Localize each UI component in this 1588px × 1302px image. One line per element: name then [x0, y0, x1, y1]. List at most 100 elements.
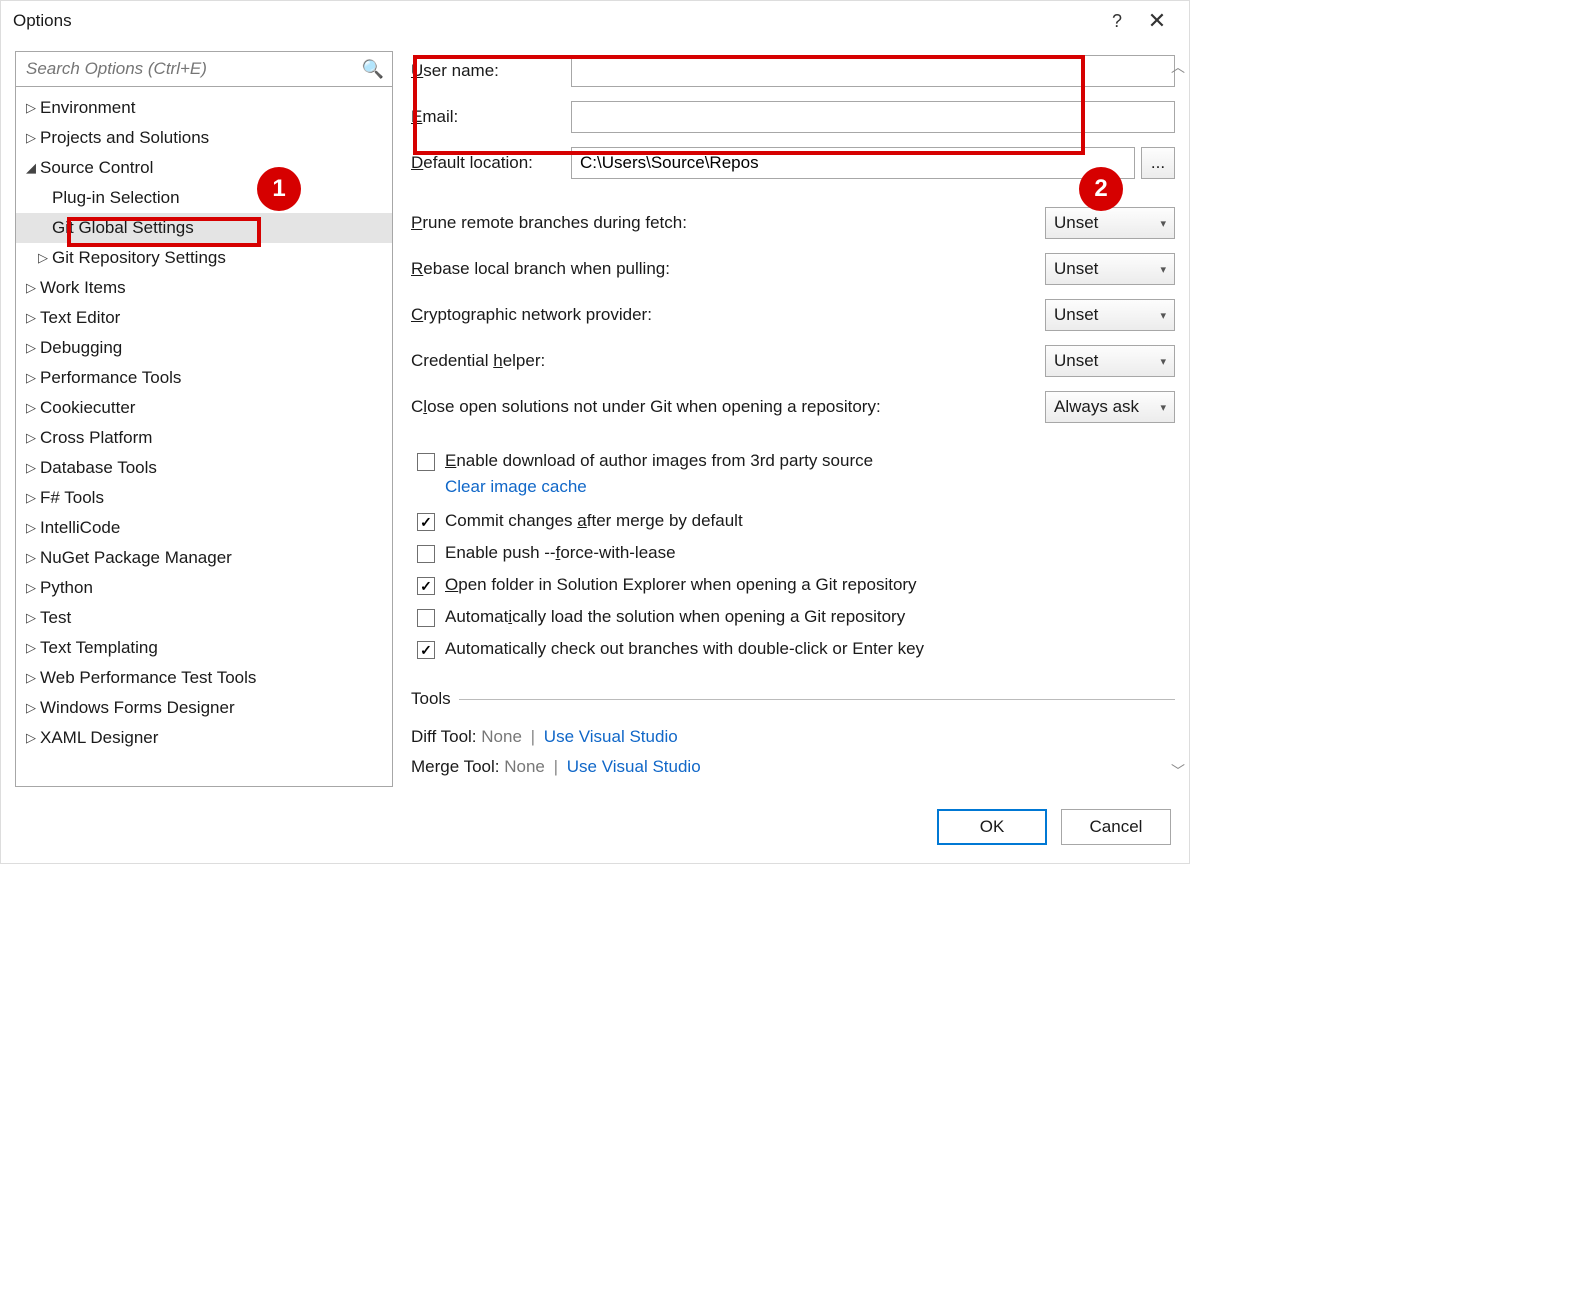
- default-location-label: Default location:: [411, 153, 571, 173]
- merge-tool-use-vs-link[interactable]: Use Visual Studio: [567, 757, 701, 776]
- triangle-right-icon: ▷: [26, 370, 40, 386]
- triangle-right-icon: ▷: [26, 730, 40, 746]
- scroll-down-icon[interactable]: ﹀: [1171, 761, 1185, 781]
- triangle-right-icon: ▷: [38, 250, 52, 266]
- triangle-right-icon: ▷: [26, 430, 40, 446]
- tree-item-label: Performance Tools: [40, 368, 181, 388]
- tree-item-label: Cross Platform: [40, 428, 152, 448]
- tree-item-label: Source Control: [40, 158, 153, 178]
- rebase-label: Rebase local branch when pulling:: [411, 259, 1045, 279]
- tools-header: Tools: [411, 689, 451, 709]
- clear-image-cache-link[interactable]: Clear image cache: [445, 477, 1175, 497]
- triangle-right-icon: ▷: [26, 100, 40, 116]
- chevron-down-icon: ▾: [1160, 217, 1166, 230]
- cred-select[interactable]: Unset▾: [1045, 345, 1175, 377]
- prune-select[interactable]: Unset▾: [1045, 207, 1175, 239]
- commit-after-merge-label: Commit changes after merge by default: [445, 511, 743, 531]
- tree-item[interactable]: ▷Text Templating: [16, 633, 392, 663]
- tree-item[interactable]: ▷Cookiecutter: [16, 393, 392, 423]
- search-icon: 🔍: [362, 59, 384, 80]
- username-label: User name:: [411, 61, 571, 81]
- tree-item-label: Text Templating: [40, 638, 158, 658]
- tree-item[interactable]: ▷Debugging: [16, 333, 392, 363]
- tree-item[interactable]: ▷IntelliCode: [16, 513, 392, 543]
- chevron-down-icon: ▾: [1160, 309, 1166, 322]
- tree-item[interactable]: ▷Performance Tools: [16, 363, 392, 393]
- force-with-lease-label: Enable push --force-with-lease: [445, 543, 676, 563]
- triangle-right-icon: ▷: [26, 400, 40, 416]
- triangle-right-icon: ▷: [26, 340, 40, 356]
- close-solutions-select[interactable]: Always ask▾: [1045, 391, 1175, 423]
- browse-button[interactable]: ...: [1141, 147, 1175, 179]
- triangle-right-icon: ▷: [26, 490, 40, 506]
- tree-item[interactable]: ▷Text Editor: [16, 303, 392, 333]
- tree-item[interactable]: ◢Source Control: [16, 153, 392, 183]
- auto-checkout-label: Automatically check out branches with do…: [445, 639, 924, 659]
- tree-item-label: IntelliCode: [40, 518, 120, 538]
- default-location-input[interactable]: [571, 147, 1135, 179]
- enable-download-checkbox[interactable]: [417, 453, 435, 471]
- search-input[interactable]: [24, 58, 362, 80]
- triangle-right-icon: ▷: [26, 580, 40, 596]
- merge-tool-value: None: [504, 757, 545, 776]
- close-button[interactable]: ✕: [1137, 8, 1177, 34]
- tree-item-label: Text Editor: [40, 308, 120, 328]
- tree-item[interactable]: ▷Test: [16, 603, 392, 633]
- tree-item[interactable]: ▷Projects and Solutions: [16, 123, 392, 153]
- enable-download-label: Enable download of author images from 3r…: [445, 451, 873, 471]
- tree-item-label: Cookiecutter: [40, 398, 135, 418]
- tree-item[interactable]: ▷F# Tools: [16, 483, 392, 513]
- triangle-right-icon: ▷: [26, 460, 40, 476]
- tree-item[interactable]: ▷Environment: [16, 93, 392, 123]
- tree-item-label: Plug-in Selection: [52, 188, 180, 208]
- titlebar: Options ? ✕: [1, 1, 1189, 41]
- tree-item-label: Test: [40, 608, 71, 628]
- left-panel: 🔍 ▷Environment▷Projects and Solutions◢So…: [15, 51, 393, 787]
- ok-button[interactable]: OK: [937, 809, 1047, 845]
- tree-item-label: Python: [40, 578, 93, 598]
- open-folder-checkbox[interactable]: [417, 577, 435, 595]
- tree-item-label: Debugging: [40, 338, 122, 358]
- tree-item[interactable]: ▷Git Repository Settings: [16, 243, 392, 273]
- open-folder-label: Open folder in Solution Explorer when op…: [445, 575, 917, 595]
- tree-item[interactable]: ▷XAML Designer: [16, 723, 392, 753]
- commit-after-merge-checkbox[interactable]: [417, 513, 435, 531]
- chevron-down-icon: ▾: [1160, 355, 1166, 368]
- prune-label: Prune remote branches during fetch:: [411, 213, 1045, 233]
- tree-item[interactable]: ▷Work Items: [16, 273, 392, 303]
- tree-item[interactable]: ▷Windows Forms Designer: [16, 693, 392, 723]
- tree-item[interactable]: Plug-in Selection: [16, 183, 392, 213]
- auto-load-checkbox[interactable]: [417, 609, 435, 627]
- tree-item[interactable]: ▷Database Tools: [16, 453, 392, 483]
- triangle-right-icon: ▷: [26, 700, 40, 716]
- triangle-right-icon: ▷: [26, 280, 40, 296]
- triangle-right-icon: ▷: [26, 640, 40, 656]
- tree-item[interactable]: ▷NuGet Package Manager: [16, 543, 392, 573]
- help-button[interactable]: ?: [1097, 11, 1137, 32]
- tree-item[interactable]: ▷Cross Platform: [16, 423, 392, 453]
- tree-item-label: XAML Designer: [40, 728, 158, 748]
- username-input[interactable]: [571, 55, 1175, 87]
- search-options[interactable]: 🔍: [15, 51, 393, 87]
- chevron-down-icon: ▾: [1160, 401, 1166, 414]
- diff-tool-use-vs-link[interactable]: Use Visual Studio: [544, 727, 678, 746]
- tree-item[interactable]: ▷Python: [16, 573, 392, 603]
- force-with-lease-checkbox[interactable]: [417, 545, 435, 563]
- tree-item[interactable]: Git Global Settings: [16, 213, 392, 243]
- diff-tool-value: None: [481, 727, 522, 746]
- cred-label: Credential helper:: [411, 351, 1045, 371]
- tree-item-label: F# Tools: [40, 488, 104, 508]
- tree-item-label: Web Performance Test Tools: [40, 668, 256, 688]
- email-input[interactable]: [571, 101, 1175, 133]
- auto-checkout-checkbox[interactable]: [417, 641, 435, 659]
- options-tree[interactable]: ▷Environment▷Projects and Solutions◢Sour…: [15, 87, 393, 787]
- cancel-button[interactable]: Cancel: [1061, 809, 1171, 845]
- window-title: Options: [13, 11, 1097, 31]
- merge-tool-label: Merge Tool:: [411, 757, 500, 776]
- scroll-up-icon[interactable]: ︿: [1171, 57, 1185, 77]
- tree-item[interactable]: ▷Web Performance Test Tools: [16, 663, 392, 693]
- triangle-down-icon: ◢: [26, 160, 40, 176]
- tree-item-label: Projects and Solutions: [40, 128, 209, 148]
- crypto-select[interactable]: Unset▾: [1045, 299, 1175, 331]
- rebase-select[interactable]: Unset▾: [1045, 253, 1175, 285]
